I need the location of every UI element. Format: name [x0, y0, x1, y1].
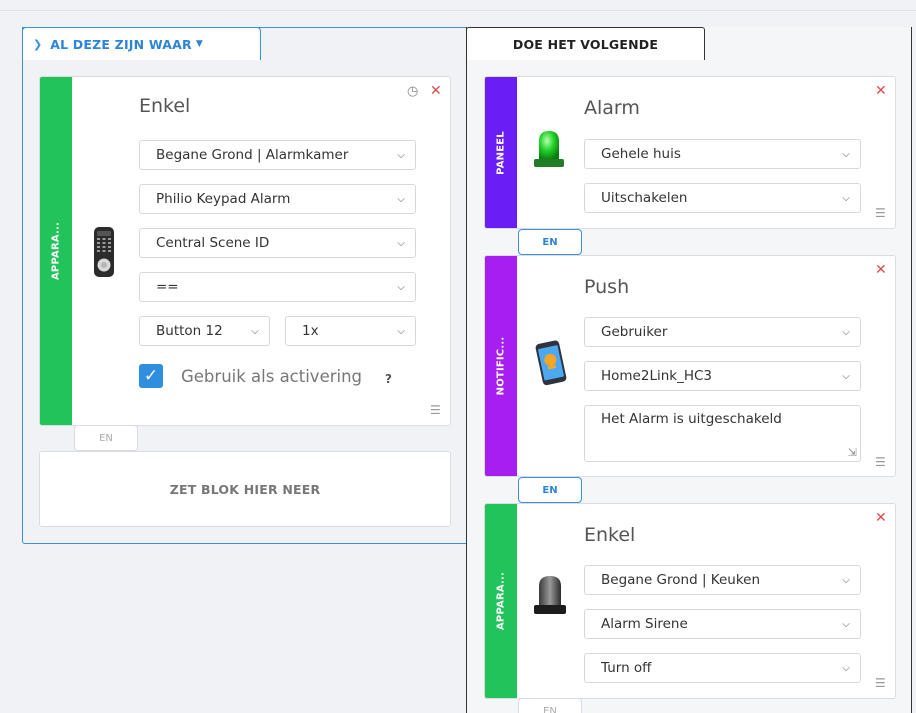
operator-select[interactable]: == ⌵	[139, 272, 416, 302]
select-value: Home2Link_HC3	[601, 368, 713, 384]
block-strip-panel: PANEEL	[485, 77, 517, 228]
chevron-down-icon: ⌵	[842, 618, 850, 630]
room-select[interactable]: Begane Grond | Keuken ⌵	[584, 565, 861, 595]
drag-handle-icon[interactable]: ☰	[875, 207, 886, 219]
actions-header-label: DOE HET VOLGENDE	[512, 36, 659, 52]
chevron-down-icon: ⌵	[842, 192, 850, 204]
select-value: Turn off	[601, 660, 652, 676]
drop-zone[interactable]: ZET BLOK HIER NEER	[39, 451, 451, 527]
chevron-down-icon: ⌵	[397, 193, 405, 205]
select-value: Begane Grond | Keuken	[601, 572, 761, 588]
close-icon[interactable]: ✕	[875, 511, 887, 525]
resize-grip-icon[interactable]: ⇲	[848, 446, 857, 459]
zone-select[interactable]: Gehele huis ⌵	[584, 139, 861, 169]
drag-handle-icon[interactable]: ☰	[430, 404, 441, 416]
select-value: ==	[156, 279, 179, 295]
top-divider	[0, 10, 916, 11]
select-value: Gebruiker	[601, 324, 668, 340]
select-value: Alarm Sirene	[601, 616, 688, 632]
strip-label: APPARA...	[495, 571, 507, 631]
siren-device-icon	[534, 576, 566, 614]
chevron-down-icon: ❯	[33, 37, 43, 51]
action-block-panel: PANEEL Alarm ✕ Gehele huis ⌵ Uitschakelen…	[484, 76, 896, 229]
alarm-action-select[interactable]: Uitschakelen ⌵	[584, 183, 861, 213]
chevron-down-icon: ⌵	[842, 662, 850, 674]
block-strip-device: APPARA...	[40, 77, 72, 425]
remote-control-icon	[94, 227, 114, 277]
strip-label: APPARA...	[50, 221, 62, 281]
select-value: Uitschakelen	[601, 190, 688, 206]
action-block-device: APPARA... Enkel ✕ Begane Grond | Keuken ⌵…	[484, 503, 896, 699]
drag-handle-icon[interactable]: ☰	[875, 677, 886, 689]
drag-handle-icon[interactable]: ☰	[875, 456, 886, 468]
actions-header-tab[interactable]: DOE HET VOLGENDE	[466, 27, 705, 60]
chevron-down-icon: ⌵	[397, 281, 405, 293]
trigger-checkbox-label: Gebruik als activering	[181, 367, 363, 386]
block-title: Enkel	[584, 524, 636, 546]
recipient-select[interactable]: Gebruiker ⌵	[584, 317, 861, 347]
chevron-down-icon: ⌵	[397, 237, 405, 249]
select-value: Central Scene ID	[156, 235, 270, 251]
connector-en[interactable]: EN	[518, 477, 582, 503]
conditions-header-tab[interactable]: ❯ AL DEZE ZIJN WAAR ▼	[22, 27, 261, 60]
close-icon[interactable]: ✕	[875, 263, 887, 277]
close-icon[interactable]: ✕	[875, 84, 887, 98]
message-textarea[interactable]: Het Alarm is uitgeschakeld ⇲	[584, 405, 861, 462]
trigger-checkbox[interactable]: ✓	[139, 364, 163, 388]
connector-en[interactable]: EN	[518, 229, 582, 255]
help-icon[interactable]: ?	[385, 372, 392, 386]
device-action-select[interactable]: Turn off ⌵	[584, 653, 861, 683]
select-value: Begane Grond | Alarmkamer	[156, 147, 349, 163]
strip-label: PANEEL	[495, 130, 507, 175]
button-select[interactable]: Button 12 ⌵	[139, 316, 270, 346]
caret-down-icon: ▼	[195, 39, 203, 49]
select-value: Gehele huis	[601, 146, 681, 162]
conditions-header-label: AL DEZE ZIJN WAAR	[50, 36, 192, 52]
chevron-down-icon: ⌵	[842, 574, 850, 586]
connector-en[interactable]: EN	[518, 698, 582, 713]
chevron-down-icon: ⌵	[842, 370, 850, 382]
device-select[interactable]: Alarm Sirene ⌵	[584, 609, 861, 639]
property-select[interactable]: Central Scene ID ⌵	[139, 228, 416, 258]
chevron-down-icon: ⌵	[397, 325, 405, 337]
siren-light-icon	[534, 131, 564, 167]
action-block-notification: NOTIFIC... Push ✕ Gebruiker ⌵ Home2Link_H…	[484, 255, 896, 477]
close-icon[interactable]: ✕	[430, 84, 442, 98]
chevron-down-icon: ⌵	[842, 148, 850, 160]
select-value: Philio Keypad Alarm	[156, 191, 291, 207]
block-strip-device: APPARA...	[485, 504, 517, 698]
connector-en[interactable]: EN	[74, 425, 138, 451]
clock-icon[interactable]: ◷	[407, 85, 418, 98]
chevron-down-icon: ⌵	[251, 325, 259, 337]
chevron-down-icon: ⌵	[397, 149, 405, 161]
block-title: Alarm	[584, 97, 640, 119]
strip-label: NOTIFIC...	[495, 336, 507, 396]
block-strip-notification: NOTIFIC...	[485, 256, 517, 476]
chevron-down-icon: ⌵	[842, 326, 850, 338]
push-notification-icon	[535, 340, 567, 386]
user-select[interactable]: Home2Link_HC3 ⌵	[584, 361, 861, 391]
select-value: 1x	[302, 323, 319, 339]
drop-zone-label: ZET BLOK HIER NEER	[169, 481, 321, 497]
device-select[interactable]: Philio Keypad Alarm ⌵	[139, 184, 416, 214]
condition-block-device: APPARA... Enkel ◷ ✕ Begane Grond | Alarm…	[39, 76, 451, 426]
block-title: Enkel	[139, 95, 191, 117]
room-select[interactable]: Begane Grond | Alarmkamer ⌵	[139, 140, 416, 170]
select-value: Button 12	[156, 323, 223, 339]
block-title: Push	[584, 276, 630, 298]
count-select[interactable]: 1x ⌵	[285, 316, 416, 346]
message-text: Het Alarm is uitgeschakeld	[601, 411, 782, 427]
